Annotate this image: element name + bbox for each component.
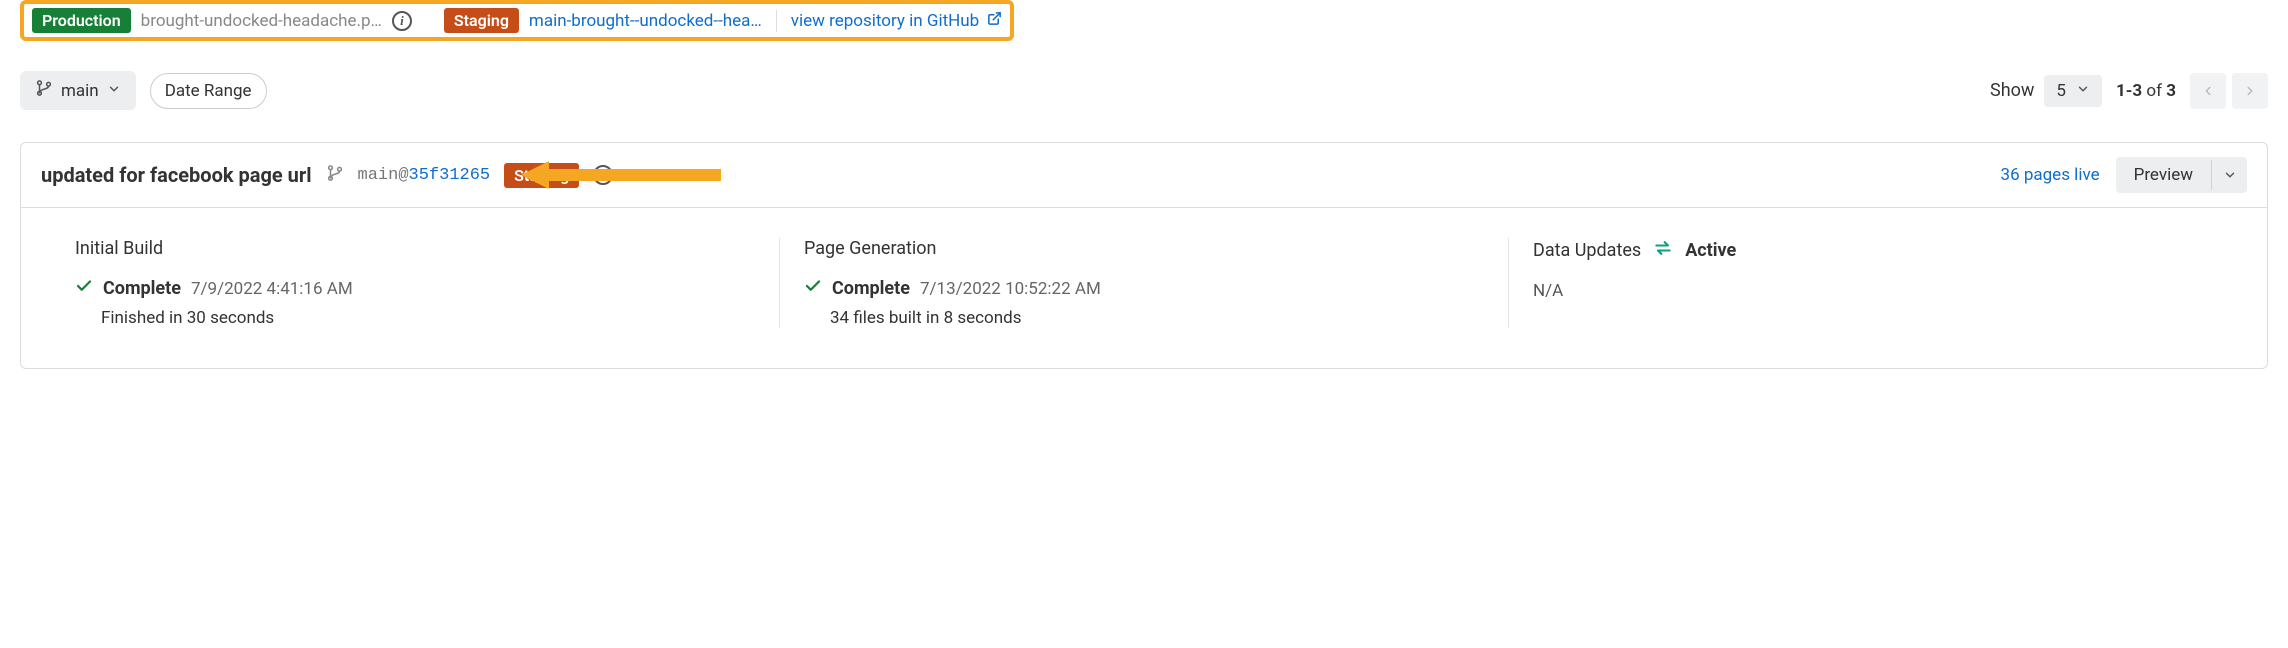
deploy-title: updated for facebook page url [41,163,312,187]
page-total: 3 [2166,81,2176,101]
pages-live-link[interactable]: 36 pages live [2001,165,2100,185]
next-page-button[interactable] [2232,73,2268,109]
view-repo-link[interactable]: view repository in GitHub [791,11,1003,31]
initial-build-title: Initial Build [75,238,755,259]
deploy-card-header: updated for facebook page url main@35f31… [21,143,2267,208]
commit-branch: main [358,166,399,185]
preview-dropdown-button[interactable] [2211,160,2247,190]
annotation-arrow [521,157,721,193]
branch-label: main [61,81,99,101]
commit-hash: 35f31265 [409,166,491,185]
initial-build-column: Initial Build Complete 7/9/2022 4:41:16 … [51,238,779,328]
info-icon[interactable]: i [392,11,412,31]
show-count-value: 5 [2056,81,2066,101]
page-generation-detail: 34 files built in 8 seconds [830,308,1484,328]
commit-ref[interactable]: main@35f31265 [358,166,491,185]
data-updates-value: N/A [1533,281,2213,301]
initial-build-status: Complete [103,278,181,299]
divider [776,10,777,32]
toolbar: main Date Range Show 5 1-3 of 3 [20,71,2268,110]
page-range: 1-3 [2116,81,2142,101]
preview-select: Preview [2116,157,2247,193]
initial-build-detail: Finished in 30 seconds [101,308,755,328]
staging-url[interactable]: main-brought--undocked--hea… [529,11,762,31]
initial-build-timestamp: 7/9/2022 4:41:16 AM [191,279,353,299]
branch-icon [35,79,53,102]
data-updates-title: Data Updates [1533,240,1641,261]
staging-badge: Staging [444,8,519,33]
check-icon [75,277,93,300]
external-link-icon [987,11,1002,31]
date-range-select[interactable]: Date Range [150,73,267,109]
production-badge: Production [32,8,131,33]
page-of: of [2146,81,2162,101]
chevron-down-icon [2076,81,2090,101]
show-count-select[interactable]: 5 [2044,75,2102,107]
deploy-card-body: Initial Build Complete 7/9/2022 4:41:16 … [21,208,2267,368]
chevron-down-icon [107,81,121,101]
pagination-text: 1-3 of 3 [2116,81,2176,101]
prev-page-button[interactable] [2190,73,2226,109]
environment-bar: Production brought-undocked-headache.p… … [20,0,1014,41]
page-generation-status: Complete [832,278,910,299]
show-label: Show [1990,80,2034,101]
page-generation-column: Page Generation Complete 7/13/2022 10:52… [779,238,1508,328]
sync-icon [1651,238,1675,263]
deploy-card: updated for facebook page url main@35f31… [20,142,2268,369]
date-range-label: Date Range [165,81,252,101]
page-generation-timestamp: 7/13/2022 10:52:22 AM [920,279,1101,299]
check-icon [804,277,822,300]
preview-button[interactable]: Preview [2116,157,2211,193]
view-repo-label: view repository in GitHub [791,11,979,31]
data-updates-column: Data Updates Active N/A [1508,238,2237,328]
page-generation-title: Page Generation [804,238,1484,259]
branch-icon [326,164,344,187]
production-url[interactable]: brought-undocked-headache.p… [141,11,382,31]
branch-select[interactable]: main [20,71,136,110]
data-updates-active: Active [1685,240,1736,261]
